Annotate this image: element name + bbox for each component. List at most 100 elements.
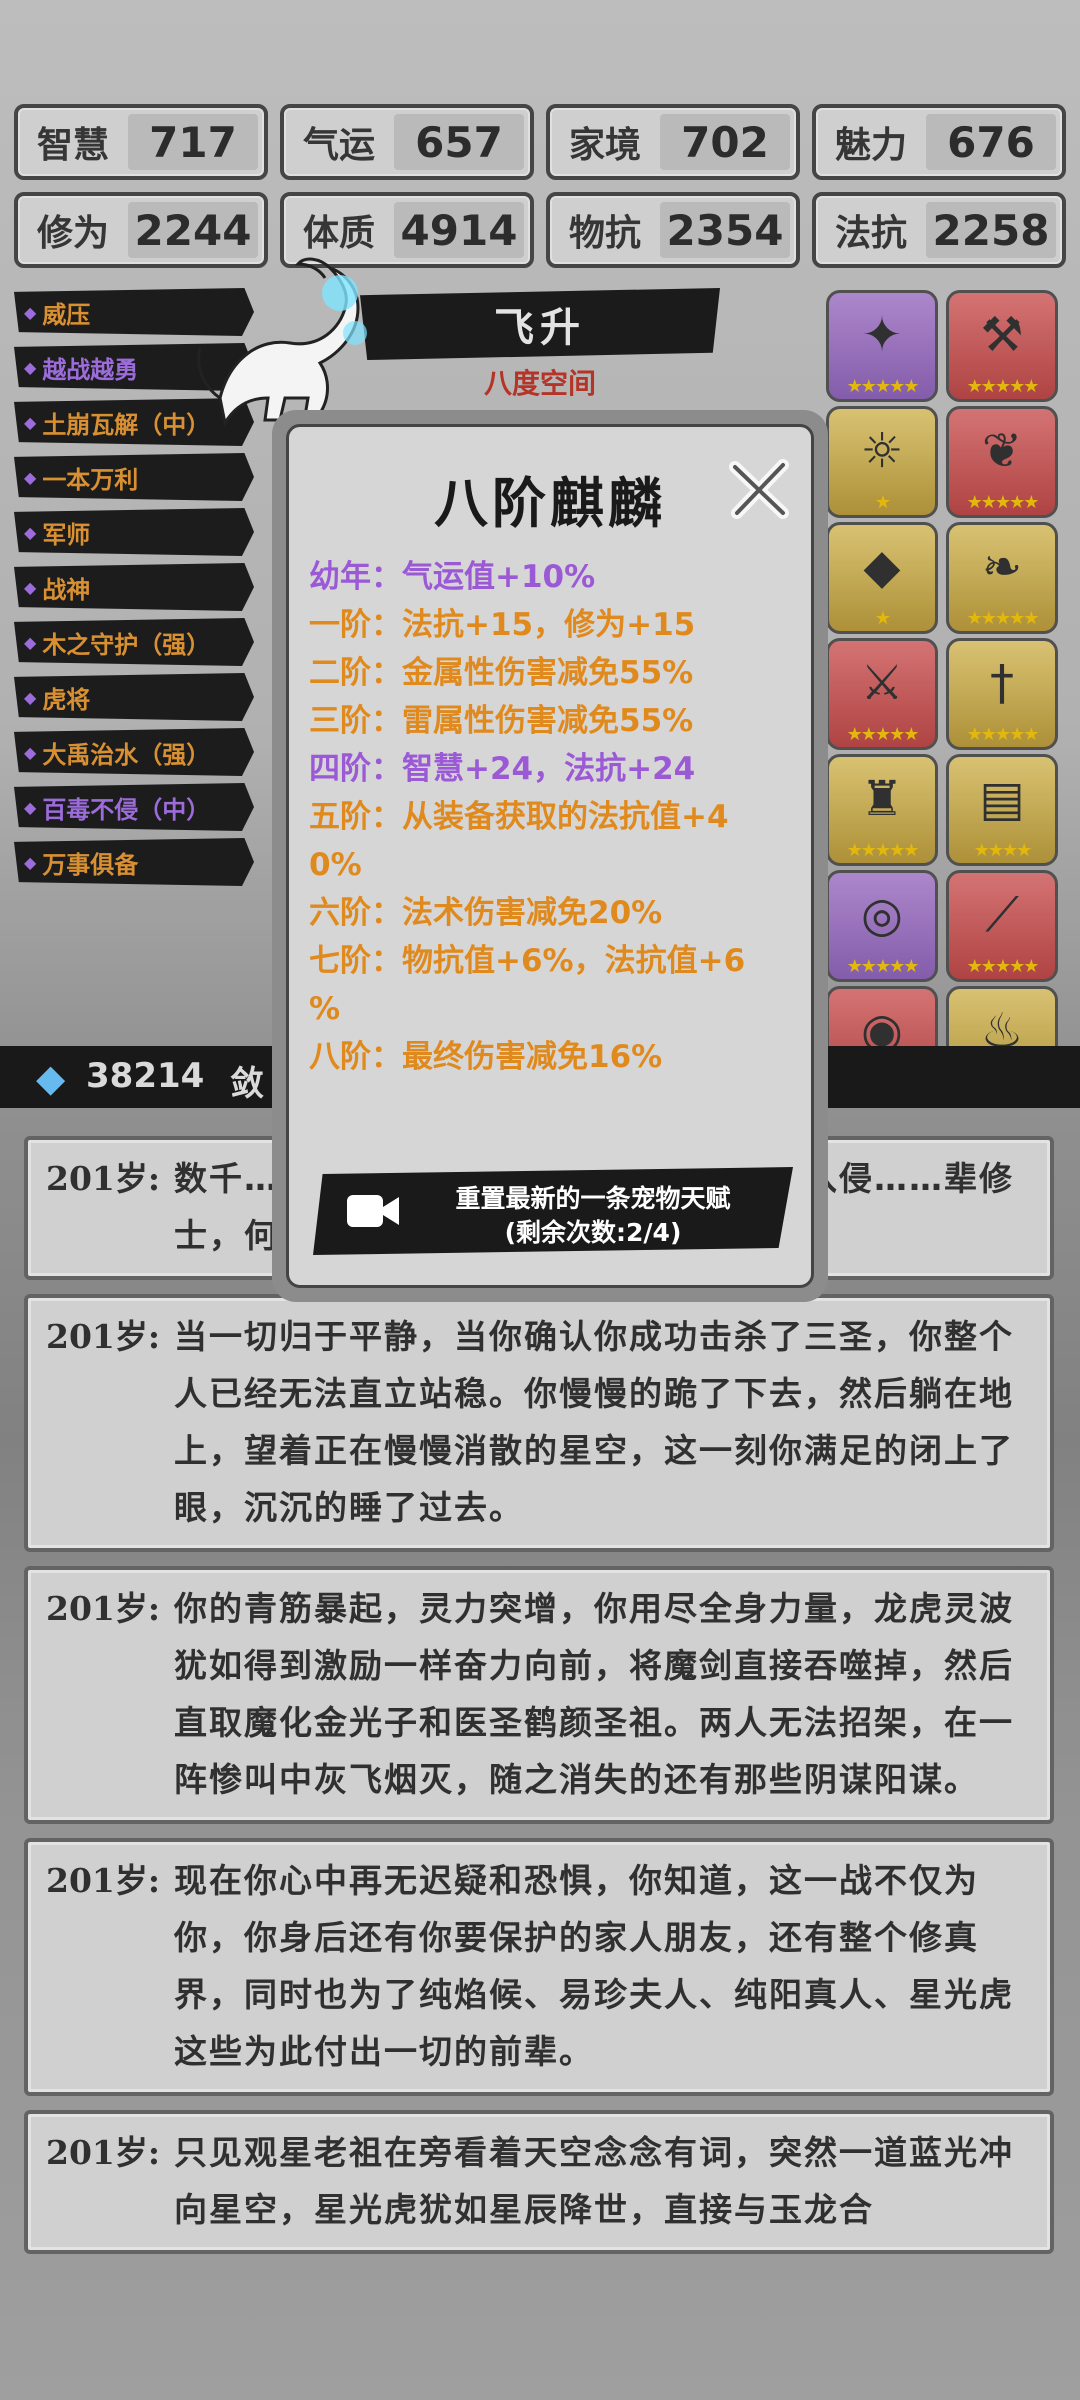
- crystal-icon: ◆: [863, 539, 901, 595]
- talent-item[interactable]: ◆ 百毒不侵（中）: [14, 783, 254, 831]
- talent-label: 百毒不侵（中）: [42, 795, 211, 824]
- stat-label: 气运: [302, 125, 375, 166]
- log-text: 你的青筋暴起，灵力突增，你用尽全身力量，龙虎灵波犹如得到激励一样奋力向前，将魔剑…: [174, 1589, 1014, 1799]
- staff-icon: ☼: [860, 423, 904, 479]
- star-rating: ★: [874, 492, 891, 513]
- log-entry: 201岁: 只见观星老祖在旁看着天空念念有词，突然一道蓝光冲向星空，星光虎犹如星辰…: [24, 2110, 1054, 2254]
- talent-label: 军师: [42, 520, 91, 549]
- currency-trailing-text: 敛: [230, 1064, 264, 1104]
- diamond-icon: ◆: [24, 577, 37, 597]
- equipment-slot[interactable]: ◎ ★★★★★: [826, 870, 938, 982]
- equipment-slot[interactable]: ◆ ★: [826, 522, 938, 634]
- talent-item[interactable]: ◆ 木之守护（强）: [14, 618, 254, 666]
- equipment-slot[interactable]: ▤ ★★★★: [946, 754, 1058, 866]
- log-text: 当一切归于平静，当你确认你成功击杀了三圣，你整个人已经无法直立站稳。你慢慢的跪了…: [174, 1317, 1014, 1527]
- log-text: 现在你心中再无迟疑和恐惧，你知道，这一战不仅为你，你身后还有你要保护的家人朋友，…: [174, 1861, 1014, 2071]
- diamond-icon: ◆: [24, 797, 37, 817]
- star-rating: ★★★★★: [966, 376, 1040, 397]
- spear-icon: ⟋: [985, 887, 1019, 943]
- equipment-slot[interactable]: ⚔ ★★★★★: [826, 638, 938, 750]
- stat-value: 676: [926, 114, 1056, 170]
- spirit-stone-icon: ◆: [36, 1056, 66, 1100]
- modal-panel: 八阶麒麟 幼年：气运值+10% 一阶：法抗+15，修为+15 二阶：金属性伤害减免5…: [286, 424, 814, 1288]
- talent-label: 虎将: [42, 685, 91, 714]
- talent-item[interactable]: ◆ 军师: [14, 508, 254, 556]
- armor-icon: ♜: [860, 771, 904, 827]
- star-rating: ★★★★★: [966, 608, 1040, 629]
- ascension-banner[interactable]: 飞升: [360, 288, 720, 360]
- stat-label: 家境: [568, 125, 641, 166]
- star-rating: ★: [874, 608, 891, 629]
- equipment-slot[interactable]: ☼ ★: [826, 406, 938, 518]
- equipment-slot[interactable]: ⚒ ★★★★★: [946, 290, 1058, 402]
- talent-stage-line: 二阶：金属性伤害减免55%: [309, 655, 694, 691]
- reset-button-label: 重置最新的一条宠物天赋: [455, 1184, 731, 1213]
- equipment-slot[interactable]: ❧ ★★★★★: [946, 522, 1058, 634]
- talent-label: 越战越勇: [42, 355, 139, 384]
- log-age: 201岁:: [46, 2133, 161, 2172]
- equipment-slot[interactable]: ⟋ ★★★★★: [946, 870, 1058, 982]
- axe-icon: ⚒: [980, 307, 1024, 363]
- log-age: 201岁:: [46, 1317, 161, 1356]
- stat-charm: 魅力 676: [812, 104, 1066, 180]
- talent-label: 一本万利: [42, 465, 139, 494]
- talent-stage-line: 0%: [309, 847, 362, 883]
- talent-stage-line: 幼年：气运值+10%: [309, 559, 596, 595]
- dagger-icon: †: [990, 655, 1014, 711]
- stat-label: 智慧: [36, 125, 109, 166]
- talent-label: 木之守护（强）: [42, 630, 211, 659]
- star-rating: ★★★★★: [846, 956, 920, 977]
- boot-icon: ❧: [981, 539, 1023, 595]
- talent-label: 大禹治水（强）: [42, 740, 211, 769]
- equipment-slot[interactable]: ❦ ★★★★★: [946, 406, 1058, 518]
- star-rating: ★★★★★: [966, 956, 1040, 977]
- stat-label: 法抗: [834, 213, 907, 254]
- talent-stage-line: 六阶：法术伤害减免20%: [309, 895, 663, 931]
- diamond-icon: ◆: [24, 852, 37, 872]
- diamond-icon: ◆: [24, 467, 37, 487]
- talent-stage-line: 一阶：法抗+15，修为+15: [309, 607, 696, 643]
- talent-item[interactable]: ◆ 万事俱备: [14, 838, 254, 886]
- reset-pet-talent-button[interactable]: 重置最新的一条宠物天赋 (剩余次数:2/4): [313, 1167, 793, 1255]
- equipment-slot[interactable]: ✦ ★★★★★: [826, 290, 938, 402]
- talent-stage-line: 五阶：从装备获取的法抗值+4: [309, 799, 729, 835]
- talent-item[interactable]: ◆ 虎将: [14, 673, 254, 721]
- banner-title: 飞升: [494, 305, 586, 351]
- log-text: 只见观星老祖在旁看着天空念念有词，突然一道蓝光冲向星空，星光虎犹如星辰降世，直接…: [174, 2133, 1014, 2229]
- talent-stage-line: 四阶：智慧+24，法抗+24: [309, 751, 696, 787]
- crossbow-icon: ✦: [861, 307, 903, 363]
- stat-physical-resist: 物抗 2354: [546, 192, 800, 268]
- diamond-icon: ◆: [24, 357, 37, 377]
- stat-family: 家境 702: [546, 104, 800, 180]
- reset-remaining-count: (剩余次数:2/4): [504, 1218, 682, 1247]
- stat-value: 717: [128, 114, 258, 170]
- stat-value: 2354: [660, 202, 790, 258]
- stat-luck: 气运 657: [280, 104, 534, 180]
- event-log[interactable]: 201岁:数千……人在时空之门，……百万之众的入侵……辈修士，何惜一战”！201…: [24, 1136, 1054, 2268]
- stat-value: 2258: [926, 202, 1056, 258]
- ring-icon: ◎: [861, 887, 903, 943]
- stat-value: 657: [394, 114, 524, 170]
- equipment-slot[interactable]: † ★★★★★: [946, 638, 1058, 750]
- talent-stage-line: 七阶：物抗值+6%，法抗值+6: [309, 943, 746, 979]
- star-rating: ★★★★★: [966, 492, 1040, 513]
- talent-item[interactable]: ◆ 大禹治水（强）: [14, 728, 254, 776]
- pet-talent-modal: 八阶麒麟 幼年：气运值+10% 一阶：法抗+15，修为+15 二阶：金属性伤害减免5…: [272, 410, 828, 1302]
- log-age: 201岁:: [46, 1589, 161, 1628]
- equipment-slot[interactable]: ♜ ★★★★★: [826, 754, 938, 866]
- diamond-icon: ◆: [24, 632, 37, 652]
- talent-stage-line: 三阶：雷属性伤害减免55%: [309, 703, 694, 739]
- log-entry: 201岁: 现在你心中再无迟疑和恐惧，你知道，这一战不仅为你，你身后还有你要保护的…: [24, 1838, 1054, 2096]
- equipment-panel: ✦ ★★★★★ ⚒ ★★★★★ ☼ ★ ❦ ★★★★★ ◆ ★ ❧ ★★★★★ ⚔ ★★★★★ † ★★★★★…: [826, 290, 1066, 1098]
- stat-value: 702: [660, 114, 790, 170]
- star-rating: ★★★★★: [846, 724, 920, 745]
- stat-label: 修为: [36, 213, 109, 254]
- stat-magic-resist: 法抗 2258: [812, 192, 1066, 268]
- close-icon[interactable]: [727, 457, 793, 523]
- stat-value: 4914: [394, 202, 524, 258]
- talent-item[interactable]: ◆ 战神: [14, 563, 254, 611]
- diamond-icon: ◆: [24, 742, 37, 762]
- talent-stage-list: 幼年：气运值+10% 一阶：法抗+15，修为+15 二阶：金属性伤害减免55% 三阶：…: [309, 553, 799, 1081]
- talent-stage-line: 八阶：最终伤害减免16%: [309, 1039, 663, 1075]
- banner-subtitle: 八度空间: [483, 367, 596, 400]
